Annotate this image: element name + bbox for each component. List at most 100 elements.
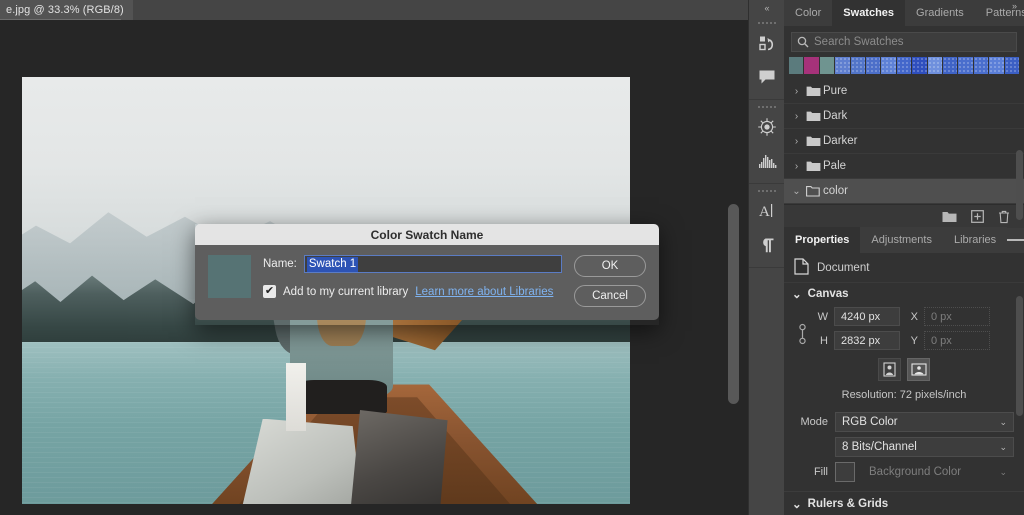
dialog-body: Name: Swatch 1 ✔ Add to my current libra…: [195, 245, 659, 320]
canvas-y-field[interactable]: 0 px: [924, 331, 990, 350]
fill-select-value: Background Color: [869, 466, 962, 478]
tab-gradients[interactable]: Gradients: [905, 0, 975, 26]
rulers-grids-section-header[interactable]: ⌄ Rulers & Grids: [784, 492, 1024, 515]
chevron-right-icon[interactable]: ›: [790, 111, 803, 122]
swatch-cell[interactable]: [943, 57, 958, 74]
document-tab[interactable]: e.jpg @ 33.3% (RGB/8): [0, 0, 133, 20]
swatch-cell[interactable]: [881, 57, 896, 74]
swatch-cell[interactable]: [1004, 57, 1020, 74]
tab-adjustments[interactable]: Adjustments: [860, 227, 943, 253]
delete-swatch-icon[interactable]: [998, 210, 1010, 224]
color-swatch-name-dialog: Color Swatch Name Name: Swatch 1 ✔ Add t…: [195, 224, 659, 320]
photoshop-window: e.jpg @ 33.3% (RGB/8) « A Color Swatches…: [0, 0, 1024, 515]
swatch-cell[interactable]: [973, 57, 989, 74]
fill-color-swatch[interactable]: [835, 462, 855, 482]
comments-icon[interactable]: [749, 60, 785, 94]
swatch-folder-list: › Pure › Dark › Darker › Pale ⌄ color: [784, 79, 1024, 204]
canvas-mode-row: Mode RGB Color ⌄: [784, 412, 1024, 437]
search-input[interactable]: [814, 36, 1016, 48]
portrait-orientation-icon[interactable]: [878, 358, 901, 381]
canvas-width-row: W 4240 px X 0 px: [794, 307, 1014, 326]
dialog-name-label: Name:: [263, 258, 297, 270]
swatches-panel-scrollbar[interactable]: [1016, 150, 1023, 220]
swatch-cell[interactable]: [789, 57, 804, 74]
cancel-button[interactable]: Cancel: [574, 285, 646, 307]
collapsed-panel-rail: « A: [748, 0, 784, 515]
photo-bottle: [286, 363, 306, 432]
dialog-title: Color Swatch Name: [195, 224, 659, 245]
landscape-orientation-icon[interactable]: [907, 358, 930, 381]
canvas-width-field[interactable]: 4240 px: [834, 307, 900, 326]
paragraph-icon[interactable]: [749, 228, 785, 262]
ok-button[interactable]: OK: [574, 255, 646, 277]
character-icon[interactable]: A: [749, 194, 785, 228]
canvas-fill-row: Fill Background Color ⌄: [784, 462, 1024, 487]
swatch-name-input[interactable]: Swatch 1: [303, 255, 562, 273]
swatch-folder-row[interactable]: ⌄ color: [784, 179, 1024, 204]
rail-drag-handle[interactable]: [749, 103, 784, 110]
tab-patterns[interactable]: Patterns: [974, 0, 1024, 26]
new-group-icon[interactable]: [942, 210, 957, 223]
chevron-right-icon[interactable]: ›: [790, 136, 803, 147]
properties-panel-scrollbar[interactable]: [1016, 296, 1023, 416]
swatch-folder-row[interactable]: › Pure: [784, 79, 1024, 104]
fill-label: Fill: [813, 466, 828, 478]
history-icon[interactable]: [749, 26, 785, 60]
fill-select[interactable]: Background Color ⌄: [862, 462, 1014, 482]
canvas-scrollbar-thumb[interactable]: [728, 204, 739, 404]
swatch-name-value: Swatch 1: [306, 256, 359, 272]
swatch-folder-row[interactable]: › Darker: [784, 129, 1024, 154]
tab-color[interactable]: Color: [784, 0, 833, 26]
canvas-x-field[interactable]: 0 px: [924, 307, 990, 326]
learn-more-libraries-link[interactable]: Learn more about Libraries: [415, 286, 553, 298]
tab-swatches[interactable]: Swatches: [832, 0, 906, 26]
dock-collapse-button[interactable]: »: [1012, 1, 1017, 11]
swatch-cell[interactable]: [819, 57, 835, 74]
panel-menu-icon[interactable]: [1007, 227, 1024, 253]
tab-libraries[interactable]: Libraries: [942, 227, 1008, 253]
chevron-down-icon: ⌄: [999, 441, 1007, 452]
mode-select[interactable]: RGB Color ⌄: [835, 412, 1014, 432]
swatch-cell[interactable]: [804, 57, 819, 74]
width-label: W: [817, 310, 828, 323]
chevron-down-icon: ⌄: [792, 289, 802, 301]
new-swatch-icon[interactable]: [971, 210, 984, 223]
rail-drag-handle[interactable]: [749, 187, 784, 194]
canvas-vertical-scrollbar[interactable]: [727, 32, 740, 502]
rail-drag-handle[interactable]: [749, 19, 784, 26]
swatch-cell[interactable]: [927, 57, 943, 74]
chevron-right-icon[interactable]: ›: [790, 161, 803, 172]
search-icon: [792, 36, 814, 48]
dialog-fields: Name: Swatch 1 ✔ Add to my current libra…: [263, 255, 562, 307]
folder-icon: [803, 110, 823, 122]
adjustments-wheel-icon[interactable]: [749, 110, 785, 144]
swatch-cell[interactable]: [866, 57, 881, 74]
add-to-library-label: Add to my current library: [283, 285, 409, 298]
swatch-cell[interactable]: [850, 57, 866, 74]
add-to-library-checkbox[interactable]: ✔: [263, 285, 276, 298]
swatch-cell[interactable]: [835, 57, 850, 74]
swatch-cell[interactable]: [896, 57, 912, 74]
chevron-right-icon[interactable]: ›: [790, 86, 803, 97]
canvas-dimensions-grid: W 4240 px X 0 px H 2832 px Y 0 px Resolu…: [784, 305, 1024, 412]
swatch-cell[interactable]: [989, 57, 1004, 74]
canvas-orientation-row: [794, 355, 1014, 387]
rulers-grids-label: Rulers & Grids: [807, 498, 889, 510]
bit-depth-select[interactable]: 8 Bits/Channel ⌄: [835, 437, 1014, 457]
swatch-folder-row[interactable]: › Pale: [784, 154, 1024, 179]
chevron-down-icon: ⌄: [999, 466, 1007, 477]
folder-icon: [803, 160, 823, 172]
canvas-section-header[interactable]: ⌄ Canvas: [784, 283, 1024, 305]
canvas-height-row: H 2832 px Y 0 px: [794, 331, 1014, 350]
tab-properties[interactable]: Properties: [784, 227, 861, 253]
svg-text:A: A: [759, 204, 770, 220]
chevron-down-icon[interactable]: ⌄: [790, 186, 803, 197]
link-chain-icon[interactable]: [797, 321, 808, 352]
histogram-icon[interactable]: [749, 144, 785, 178]
canvas-height-field[interactable]: 2832 px: [834, 331, 900, 350]
swatch-cell[interactable]: [912, 57, 927, 74]
swatch-cell[interactable]: [958, 57, 973, 74]
rail-collapse-button[interactable]: «: [749, 0, 784, 16]
swatch-folder-row[interactable]: › Dark: [784, 104, 1024, 129]
search-swatches-field[interactable]: [791, 32, 1017, 52]
